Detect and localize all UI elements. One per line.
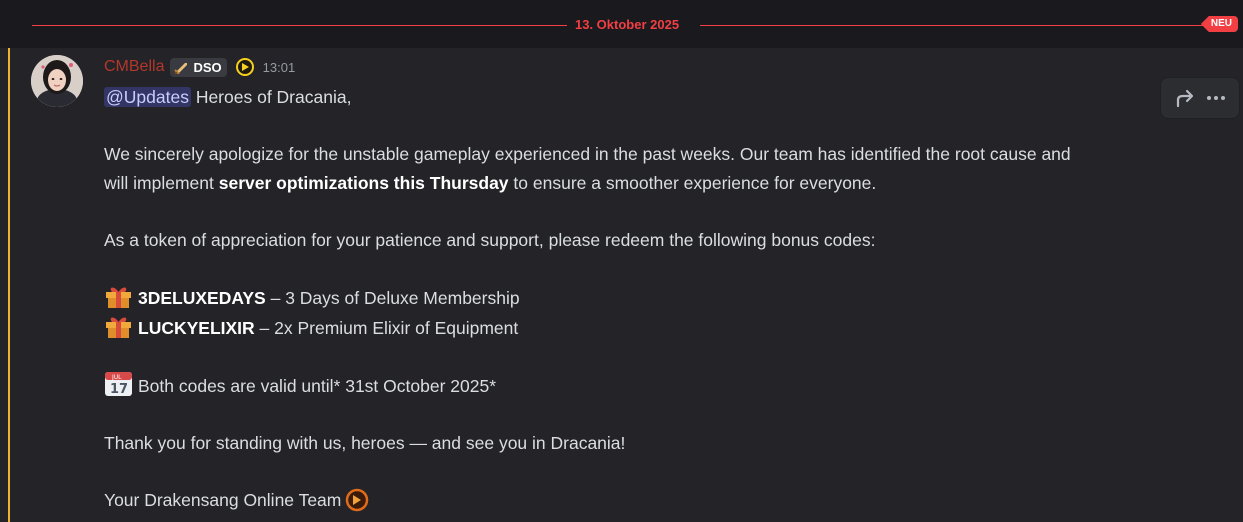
signature-text: Your Drakensang Online Team	[104, 490, 342, 511]
divider-date: 13. Oktober 2025	[575, 17, 680, 32]
mention-highlight-bar	[8, 48, 10, 522]
apology-line-2: will implement server optimizations this…	[104, 169, 1224, 198]
date-divider: 13. Oktober 2025 NEU	[32, 14, 1238, 38]
message-timestamp: 13:01	[262, 59, 296, 75]
signature-line: Your Drakensang Online Team	[104, 486, 1224, 515]
more-icon	[1206, 96, 1225, 100]
message-content: @Updates Heroes of Dracania, We sincerel…	[104, 83, 1224, 515]
message-header: CMBella DSO 13:01	[104, 56, 295, 78]
divider-line-left	[32, 25, 567, 26]
thanks-line: Thank you for standing with us, heroes —…	[104, 433, 626, 454]
code-line-2: LUCKYELIXIR – 2x Premium Elixir of Equip…	[104, 313, 1224, 343]
gift-emoji	[106, 317, 131, 338]
apology-text-pre: will implement	[104, 172, 219, 193]
new-messages-badge: NEU	[1200, 16, 1238, 32]
validity-text: Both codes are valid until* 31st October…	[138, 375, 496, 396]
chat-message[interactable]: CMBella DSO 13:01 @Updates Heroes of Dra…	[0, 48, 1243, 522]
bonus-code-2[interactable]: LUCKYELIXIR	[138, 318, 255, 338]
bonus-code-1[interactable]: 3DELUXEDAYS	[138, 288, 266, 308]
greeting-line: @Updates Heroes of Dracania,	[104, 83, 1224, 112]
divider-line-right	[700, 25, 1210, 26]
appreciation-line: As a token of appreciation for your pati…	[104, 229, 876, 250]
more-button[interactable]	[1204, 86, 1228, 110]
forward-icon	[1176, 89, 1193, 108]
username[interactable]: CMBella	[104, 58, 164, 76]
gift-emoji	[106, 287, 131, 309]
drakensang-role-icon	[235, 58, 254, 76]
drakensang-logo-emoji	[346, 489, 369, 512]
avatar[interactable]	[31, 55, 83, 107]
role-mention[interactable]: @Updates	[104, 87, 191, 107]
apology-text-post: to ensure a smoother experience for ever…	[508, 172, 877, 193]
server-tag-label: DSO	[193, 59, 222, 75]
validity-line: JUL 17 Both codes are valid until* 31st …	[104, 371, 1224, 401]
bonus-code-2-desc: – 2x Premium Elixir of Equipment	[254, 317, 519, 338]
calendar-emoji: JUL 17	[105, 371, 132, 397]
calendar-day: 17	[110, 382, 128, 397]
message-actions-toolbar	[1160, 77, 1240, 119]
bonus-code-1-desc: – 3 Days of Deluxe Membership	[265, 288, 520, 309]
forward-button[interactable]	[1173, 86, 1197, 110]
sword-icon	[174, 63, 188, 74]
calendar-month: JUL	[111, 374, 122, 381]
apology-bold-text: server optimizations this Thursday	[218, 172, 509, 193]
server-tag[interactable]: DSO	[170, 57, 227, 77]
greeting-text: Heroes of Dracania,	[190, 87, 352, 107]
code-line-1: 3DELUXEDAYS – 3 Days of Deluxe Membershi…	[104, 283, 1224, 313]
apology-line-1: We sincerely apologize for the unstable …	[104, 144, 1071, 165]
